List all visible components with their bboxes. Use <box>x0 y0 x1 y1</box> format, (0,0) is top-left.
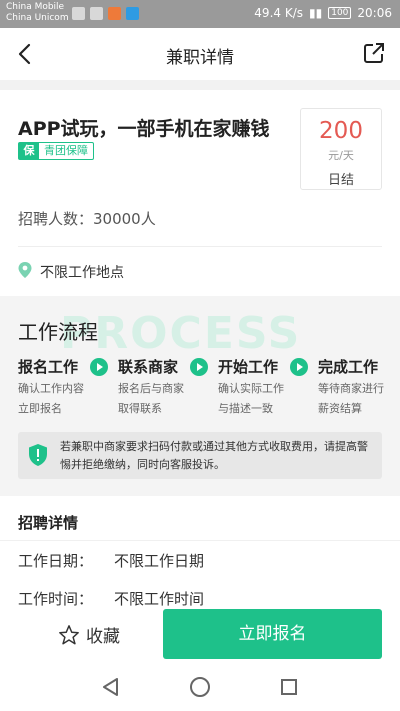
step-desc: 确认工作内容 立即报名 <box>18 379 100 419</box>
status-bar: China Mobile China Unicom 49.4 K/s ▮▮ 10… <box>0 0 400 28</box>
share-icon[interactable] <box>362 41 386 65</box>
process-step-3: 开始工作 确认实际工作 与描述一致 <box>218 356 300 419</box>
divider <box>0 540 400 541</box>
shield-alert-icon <box>29 444 47 466</box>
favorite-label: 收藏 <box>86 627 120 647</box>
detail-label: 工作日期： <box>18 552 94 570</box>
divider <box>18 246 382 247</box>
carrier-info: China Mobile China Unicom <box>6 2 69 24</box>
process-title: 工作流程 <box>18 320 98 344</box>
step-desc-line: 薪资结算 <box>318 402 362 415</box>
step-title: 报名工作 <box>18 358 79 376</box>
step-desc: 报名后与商家 取得联系 <box>118 379 200 419</box>
system-nav-bar <box>0 662 400 711</box>
warning-text: 若兼职中商家要求扫码付款或通过其他方式收取费用，请提高警惕并拒绝缴纳，同时向客服… <box>60 440 368 471</box>
nav-recents-icon[interactable] <box>281 679 297 695</box>
section-gap <box>0 80 400 90</box>
details-title: 招聘详情 <box>18 514 79 532</box>
step-title: 联系商家 <box>118 358 179 376</box>
signal-icon: ▮▮ <box>309 6 323 20</box>
step-desc-line: 等待商家进行 <box>318 382 384 395</box>
process-step-2: 联系商家 报名后与商家 取得联系 <box>118 356 200 419</box>
settlement-type: 日结 <box>327 173 354 188</box>
step-desc: 等待商家进行 薪资结算 <box>318 379 400 419</box>
job-location: 不限工作地点 <box>40 265 124 281</box>
battery-indicator: 100 <box>328 7 352 19</box>
arrow-right-icon <box>90 358 108 376</box>
video-notification-icon <box>108 7 121 20</box>
clock: 20:06 <box>357 6 392 20</box>
carrier-2: China Unicom <box>6 13 69 23</box>
job-title: APP试玩，一部手机在家赚钱 <box>18 118 270 140</box>
network-speed: 49.4 K/s <box>254 6 303 20</box>
page-title: 兼职详情 <box>166 48 234 68</box>
step-desc-line: 立即报名 <box>18 402 62 415</box>
status-right: 49.4 K/s ▮▮ 100 20:06 <box>254 6 392 20</box>
recruitment-details: 招聘详情 工作日期： 不限工作日期 工作时间： 不限工作时间 <box>0 496 400 606</box>
process-step-4: 完成工作 等待商家进行 薪资结算 <box>318 356 400 419</box>
step-desc: 确认实际工作 与描述一致 <box>218 379 300 419</box>
recruit-count: 招聘人数：30000人 <box>18 210 156 228</box>
nav-home-icon[interactable] <box>190 677 210 697</box>
app-header: 兼职详情 <box>0 28 400 80</box>
job-card: APP试玩，一部手机在家赚钱 保 青团保障 200 元/天 日结 招聘人数：30… <box>0 90 400 296</box>
work-process-section: PROCESS 工作流程 报名工作 确认工作内容 立即报名 联系商家 报名后与商… <box>0 296 400 496</box>
step-desc-line: 报名后与商家 <box>118 382 184 395</box>
location-pin-icon <box>18 262 32 278</box>
guarantee-tag: 保 青团保障 <box>18 142 94 160</box>
notification-icons <box>72 7 139 20</box>
arrow-right-icon <box>190 358 208 376</box>
detail-value: 不限工作日期 <box>114 552 205 570</box>
salary-box: 200 元/天 日结 <box>300 108 382 190</box>
carrier-1: China Mobile <box>6 2 65 12</box>
star-icon <box>59 624 79 644</box>
step-title: 完成工作 <box>318 358 379 376</box>
process-step-1: 报名工作 确认工作内容 立即报名 <box>18 356 100 419</box>
step-desc-line: 与描述一致 <box>218 402 273 415</box>
step-title: 开始工作 <box>218 358 279 376</box>
app-notification-icon <box>90 7 103 20</box>
salary-amount: 200 <box>319 118 363 144</box>
apply-now-button[interactable]: 立即报名 <box>163 609 382 659</box>
guarantee-text: 青团保障 <box>44 144 88 157</box>
arrow-right-icon <box>290 358 308 376</box>
salary-unit: 元/天 <box>328 149 354 162</box>
fraud-warning: 若兼职中商家要求扫码付款或通过其他方式收取费用，请提高警惕并拒绝缴纳，同时向客服… <box>18 432 382 479</box>
detail-label: 工作时间： <box>18 590 94 606</box>
action-bar: 收藏 立即报名 <box>0 606 400 662</box>
heart-notification-icon <box>72 7 85 20</box>
step-desc-line: 确认工作内容 <box>18 382 84 395</box>
favorite-button[interactable]: 收藏 <box>58 622 120 647</box>
step-desc-line: 取得联系 <box>118 402 162 415</box>
nav-back-icon[interactable] <box>102 678 120 696</box>
send-notification-icon <box>126 7 139 20</box>
detail-value: 不限工作时间 <box>114 590 205 606</box>
step-desc-line: 确认实际工作 <box>218 382 284 395</box>
guarantee-badge: 保 <box>19 143 39 159</box>
